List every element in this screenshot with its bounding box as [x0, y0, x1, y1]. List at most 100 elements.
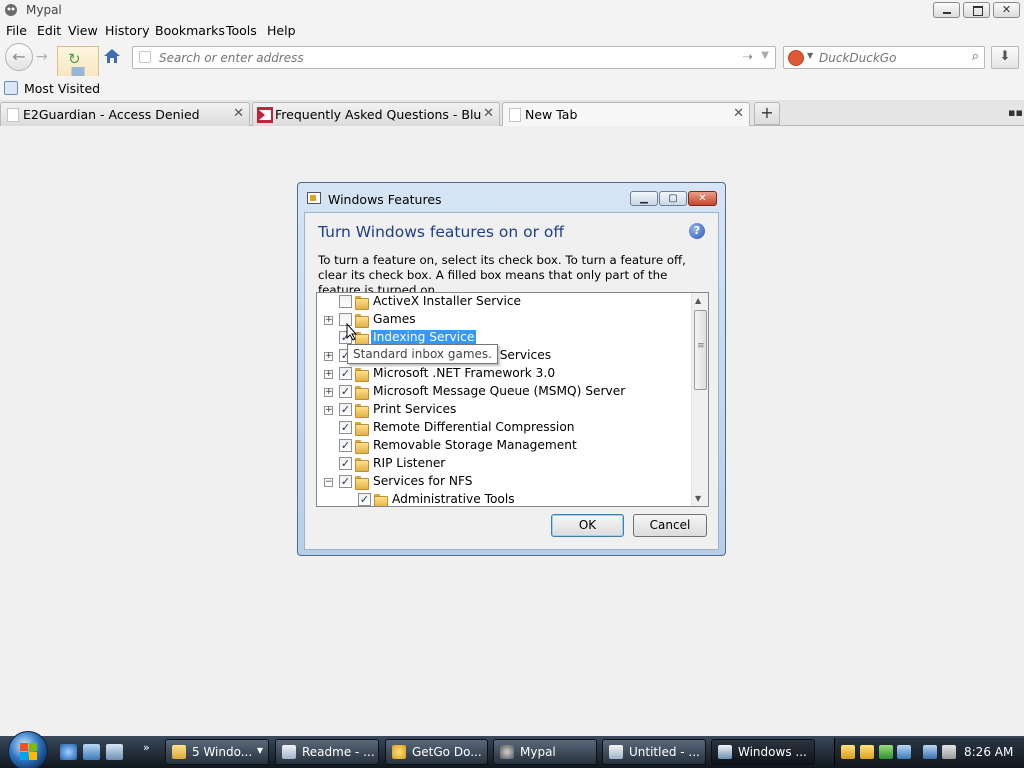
- expand-icon[interactable]: +: [324, 406, 333, 415]
- feature-checkbox[interactable]: ✓: [339, 367, 352, 380]
- help-icon[interactable]: ?: [689, 223, 705, 239]
- menu-bookmarks[interactable]: Bookmarks: [155, 23, 225, 38]
- taskbar-button-label: Readme - ...: [302, 745, 375, 759]
- feature-row[interactable]: − ✓ Services for NFS: [317, 473, 689, 491]
- update-icon[interactable]: [879, 745, 893, 759]
- internet-explorer-icon[interactable]: [60, 744, 77, 760]
- dialog-minimize-button[interactable]: ▁: [630, 191, 658, 206]
- scroll-down-icon[interactable]: ▼: [695, 494, 701, 503]
- show-desktop-icon[interactable]: [83, 744, 100, 760]
- downloads-button[interactable]: ⬇: [991, 46, 1019, 69]
- close-button[interactable]: ✕: [993, 2, 1020, 18]
- duckduckgo-icon[interactable]: [788, 50, 804, 66]
- dialog-maximize-button[interactable]: ▢: [659, 191, 687, 206]
- app-icon: [392, 745, 406, 759]
- feature-row[interactable]: + ✓ Microsoft .NET Framework 3.0: [317, 365, 689, 383]
- search-engine-dropdown-icon[interactable]: ▼: [807, 51, 813, 60]
- feature-row[interactable]: + Games: [317, 311, 689, 329]
- search-input[interactable]: [819, 49, 959, 66]
- quick-launch-more-icon[interactable]: »: [143, 741, 150, 754]
- feature-row[interactable]: ActiveX Installer Service: [317, 293, 689, 311]
- go-arrow-icon[interactable]: ➝: [742, 50, 753, 65]
- expand-icon[interactable]: +: [324, 388, 333, 397]
- switch-windows-icon[interactable]: [106, 744, 123, 760]
- tab-e2guardian[interactable]: E2Guardian - Access Denied ✕: [0, 102, 250, 126]
- tab-faq-bluemail[interactable]: Frequently Asked Questions - BlueMa... ✕: [252, 102, 500, 126]
- feature-checkbox[interactable]: ✓: [339, 475, 352, 488]
- taskbar-windows-explorer-button[interactable]: 5 Windo... ▼: [165, 739, 269, 765]
- menu-file[interactable]: File: [6, 23, 27, 38]
- search-bar[interactable]: ▼ ⌕: [783, 46, 985, 69]
- feature-row[interactable]: + ✓ Microsoft Message Queue (MSMQ) Server: [317, 383, 689, 401]
- expand-icon[interactable]: +: [324, 352, 333, 361]
- dialog-close-button[interactable]: ✕: [688, 191, 717, 206]
- tab-label: New Tab: [525, 107, 578, 122]
- taskbar-windows-features-button[interactable]: Windows ...: [711, 739, 815, 765]
- feature-row[interactable]: ✓ Administrative Tools: [317, 491, 689, 506]
- taskbar-getgo-downloader-button[interactable]: GetGo Do...: [385, 739, 488, 765]
- list-all-tabs-icon[interactable]: ▪▪: [1008, 106, 1023, 119]
- close-tab-icon[interactable]: ✕: [483, 106, 494, 121]
- forward-button[interactable]: →: [36, 49, 48, 65]
- feature-checkbox[interactable]: ✓: [339, 385, 352, 398]
- collapse-icon[interactable]: −: [324, 478, 333, 487]
- address-bar[interactable]: ➝ ▼: [132, 46, 776, 69]
- address-input[interactable]: [159, 49, 719, 66]
- network-icon[interactable]: [923, 745, 937, 759]
- feature-checkbox[interactable]: ✓: [339, 403, 352, 416]
- feature-checkbox[interactable]: ✓: [339, 421, 352, 434]
- tab-new-tab[interactable]: New Tab ✕: [502, 102, 750, 127]
- search-icon[interactable]: ⌕: [972, 49, 979, 64]
- start-button[interactable]: [8, 731, 48, 768]
- cancel-button[interactable]: Cancel: [633, 514, 707, 537]
- taskbar-mypal-button[interactable]: Mypal: [493, 739, 597, 765]
- home-button[interactable]: [103, 48, 121, 64]
- close-tab-icon[interactable]: ✕: [233, 106, 244, 121]
- new-tab-button[interactable]: +: [754, 102, 780, 125]
- feature-checkbox[interactable]: ✓: [339, 457, 352, 470]
- maximize-button[interactable]: [963, 2, 990, 18]
- feature-label: Microsoft Message Queue (MSMQ) Server: [373, 384, 626, 398]
- bluemail-icon: [257, 107, 273, 123]
- menu-edit[interactable]: Edit: [37, 23, 61, 38]
- menu-help[interactable]: Help: [267, 23, 296, 38]
- feature-row[interactable]: + ✓ Print Services: [317, 401, 689, 419]
- volume-muted-icon[interactable]: [942, 745, 956, 759]
- taskbar-button-label: 5 Windo...: [192, 745, 253, 759]
- taskbar-readme-notepad-button[interactable]: Readme - ...: [275, 739, 379, 765]
- dialog-heading: Turn Windows features on or off: [318, 223, 565, 241]
- dialog-titlebar[interactable]: Windows Features ▁ ▢ ✕: [298, 183, 725, 213]
- tree-scrollbar[interactable]: ▲ ▼: [691, 293, 708, 506]
- shield-icon[interactable]: [841, 745, 855, 759]
- menu-view[interactable]: View: [68, 23, 98, 38]
- feature-label: Removable Storage Management: [373, 438, 577, 452]
- scroll-up-icon[interactable]: ▲: [695, 296, 701, 305]
- feature-checkbox[interactable]: [339, 295, 352, 308]
- menu-history[interactable]: History: [105, 23, 149, 38]
- back-button[interactable]: ←: [5, 43, 33, 71]
- close-tab-icon[interactable]: ✕: [733, 106, 744, 121]
- feature-row[interactable]: ✓ Remote Differential Compression: [317, 419, 689, 437]
- ok-button[interactable]: OK: [551, 514, 624, 537]
- expand-icon[interactable]: +: [324, 370, 333, 379]
- expand-icon[interactable]: +: [324, 316, 333, 325]
- history-dropdown-icon[interactable]: ▼: [761, 50, 769, 61]
- clock[interactable]: 8:26 AM: [964, 745, 1013, 759]
- menu-tools[interactable]: Tools: [226, 23, 257, 38]
- tray-app-icon[interactable]: [897, 745, 911, 759]
- feature-row[interactable]: ✓ Removable Storage Management: [317, 437, 689, 455]
- scroll-thumb[interactable]: [694, 310, 707, 390]
- feature-row[interactable]: ✓ RIP Listener: [317, 455, 689, 473]
- security-alert-icon[interactable]: [860, 745, 874, 759]
- feature-checkbox[interactable]: ✓: [358, 493, 371, 506]
- feature-checkbox[interactable]: ✓: [339, 439, 352, 452]
- minimize-button[interactable]: [933, 2, 960, 18]
- window-controls: ✕: [933, 2, 1020, 18]
- bookmark-most-visited[interactable]: Most Visited: [24, 81, 100, 96]
- taskbar-button-label: GetGo Do...: [412, 745, 482, 759]
- plus-icon: +: [760, 103, 774, 122]
- page-identity-icon: [139, 51, 151, 63]
- system-tray: 8:26 AM: [834, 738, 1024, 766]
- taskbar-untitled-notepad-button[interactable]: Untitled - ...: [602, 739, 706, 765]
- folder-icon: [374, 493, 388, 506]
